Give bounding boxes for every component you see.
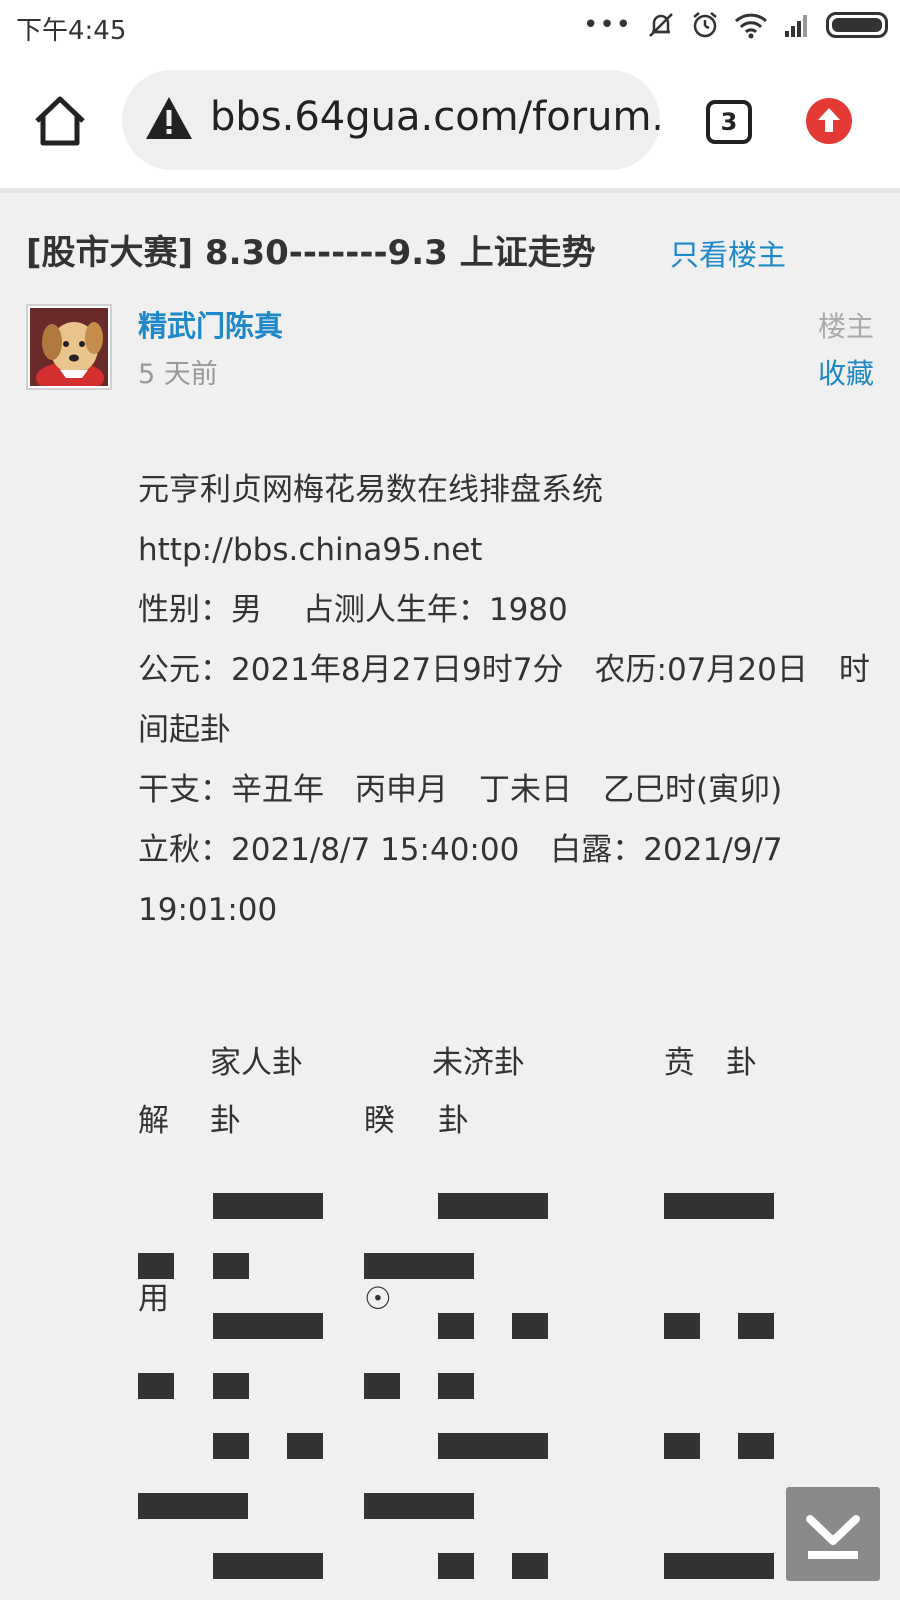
gua-line-block xyxy=(138,1493,248,1519)
gua-line-block xyxy=(512,1553,548,1579)
gua-line-block xyxy=(438,1193,548,1219)
gua-line-block xyxy=(438,1553,474,1579)
gua-name-jiaren: 家人卦 xyxy=(210,1045,303,1081)
mute-bell-icon xyxy=(649,13,673,37)
status-bar: 下午4:45 ••• xyxy=(0,0,900,52)
content-line: 性别：男 占测人生年：1980 xyxy=(138,592,568,628)
gua-line-block xyxy=(364,1373,400,1399)
gua-line-block xyxy=(213,1253,249,1279)
gua-line-block xyxy=(664,1193,774,1219)
post-time: 5 天前 xyxy=(138,359,218,390)
url-text[interactable]: bbs.64gua.com/forum.p xyxy=(210,94,660,140)
gua-line-block xyxy=(512,1313,548,1339)
wifi-icon xyxy=(734,13,768,39)
warning-icon[interactable] xyxy=(144,95,194,141)
gua-suffix: 卦 xyxy=(210,1103,241,1139)
tab-count-button[interactable]: 3 xyxy=(706,100,752,144)
address-bar[interactable]: bbs.64gua.com/forum.p xyxy=(122,70,660,170)
author-name[interactable]: 精武门陈真 xyxy=(138,303,283,345)
favorite-link[interactable]: 收藏 xyxy=(818,352,874,392)
home-icon[interactable] xyxy=(32,95,88,147)
gua-line-block xyxy=(138,1373,174,1399)
gua-name-jie: 解 xyxy=(138,1103,169,1139)
gua-line-block xyxy=(213,1313,323,1339)
gua-name-kui: 睽 xyxy=(364,1103,395,1139)
avatar[interactable] xyxy=(26,304,112,394)
scroll-down-icon xyxy=(806,1515,860,1559)
gua-line-block xyxy=(664,1553,774,1579)
gua-line-block xyxy=(213,1433,249,1459)
gua-line-block xyxy=(438,1313,474,1339)
op-badge: 楼主 xyxy=(817,310,874,343)
more-dots-icon: ••• xyxy=(582,10,632,40)
yong-label: 用 xyxy=(138,1281,169,1317)
alarm-clock-icon xyxy=(693,12,717,38)
gua-line-block xyxy=(438,1433,548,1459)
gua-name-weiji: 未济卦 xyxy=(432,1045,525,1081)
content-line: 干支：辛丑年 丙申月 丁未日 乙巳时(寅卯) xyxy=(138,772,783,808)
content-line: 元亨利贞网梅花易数在线排盘系统 xyxy=(138,472,603,508)
gua-line-block xyxy=(664,1313,700,1339)
content-line: 立秋：2021/8/7 15:40:00 白露：2021/9/7 19:01:0… xyxy=(138,832,783,928)
gua-line-block xyxy=(213,1553,323,1579)
gua-name-bi: 贲 卦 xyxy=(664,1045,757,1081)
gua-line-block xyxy=(287,1433,323,1459)
content-line: http://bbs.china95.net xyxy=(138,532,483,568)
scroll-to-bottom-button[interactable] xyxy=(786,1487,880,1581)
gua-line-block xyxy=(213,1373,249,1399)
gua-line-block xyxy=(138,1253,174,1279)
battery-icon xyxy=(826,12,888,38)
moving-line-mark: ☉ xyxy=(364,1281,392,1317)
browser-toolbar: bbs.64gua.com/forum.p 3 xyxy=(0,52,900,193)
post-content: 元亨利贞网梅花易数在线排盘系统 http://bbs.china95.net 性… xyxy=(138,460,878,940)
only-op-link[interactable]: 只看楼主 xyxy=(670,232,786,274)
status-icons: ••• xyxy=(583,8,888,42)
gua-line-block xyxy=(364,1253,474,1279)
gua-line-block xyxy=(364,1493,474,1519)
status-time: 下午4:45 xyxy=(16,16,127,46)
content-line: 公元：2021年8月27日9时7分 农历:07月20日 时间起卦 xyxy=(138,652,870,748)
upgrade-icon[interactable] xyxy=(806,98,852,144)
gua-suffix: 卦 xyxy=(438,1103,469,1139)
gua-line-block xyxy=(438,1373,474,1399)
gua-line-block xyxy=(738,1313,774,1339)
gua-line-block xyxy=(738,1433,774,1459)
signal-icon xyxy=(785,15,807,37)
page-title: [股市大赛] 8.30-------9.3 上证走势 xyxy=(26,233,596,273)
gua-line-block xyxy=(664,1433,700,1459)
gua-line-block xyxy=(213,1193,323,1219)
